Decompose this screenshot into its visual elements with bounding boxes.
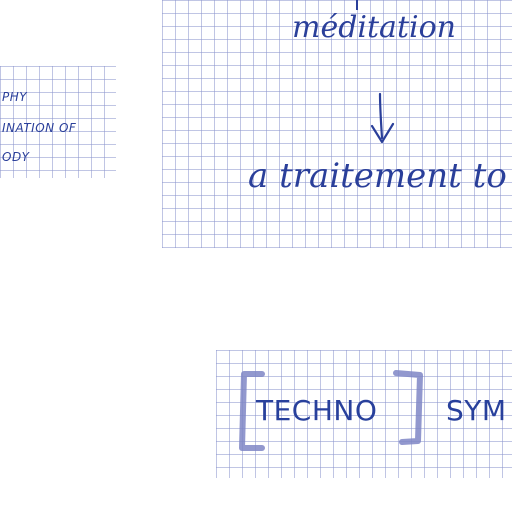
left-note-line-3: ODY — [2, 150, 30, 164]
handwritten-word-meditation: méditation — [292, 10, 456, 45]
handwritten-phrase-traitement: a traitement to — [248, 156, 507, 196]
left-note-line-1: PHY — [2, 90, 28, 104]
handwritten-word-techno: TECHNO — [256, 394, 378, 427]
scanned-notebook-page: méditation a traitement to PHY INATION O… — [0, 0, 512, 512]
left-note-line-2: INATION OF — [2, 121, 77, 135]
handwritten-word-sym: SYM — [446, 394, 507, 427]
